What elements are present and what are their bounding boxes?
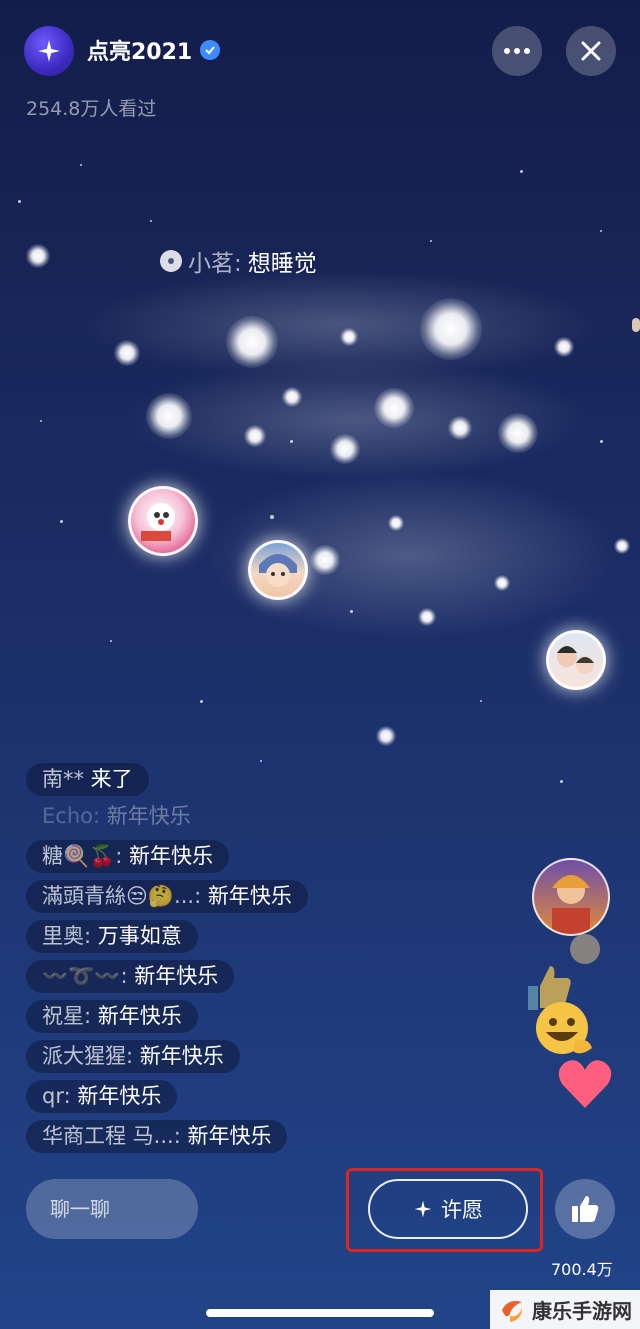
avatar-image	[259, 554, 297, 587]
heart-emoji-icon	[556, 1058, 614, 1114]
page-title: 点亮2021	[87, 40, 193, 65]
more-dots-icon	[504, 48, 530, 54]
user-avatar-star[interactable]	[248, 540, 308, 600]
home-indicator[interactable]	[206, 1309, 434, 1317]
chat-message: 〰️➰〰️: 新年快乐	[26, 960, 235, 993]
chat-message: qr: 新年快乐	[26, 1080, 178, 1113]
chat-input[interactable]: 聊一聊	[26, 1179, 198, 1239]
like-count: 700.4万	[551, 1260, 613, 1279]
chat-message: Echo: 新年快乐	[42, 804, 191, 828]
user-avatar-star[interactable]	[128, 486, 198, 556]
sparkle-icon	[414, 1200, 432, 1218]
watermark: 康乐手游网	[490, 1290, 640, 1329]
wish-bubble: 小茗: 想睡觉	[160, 244, 317, 278]
channel-avatar[interactable]	[24, 26, 74, 76]
chat-message: 华商工程 马...: 新年快乐	[26, 1120, 288, 1153]
wish-button[interactable]: 许愿	[368, 1179, 528, 1239]
channel-title: 点亮2021	[87, 34, 221, 66]
chat-message: 滿頭青絲😒🤔...: 新年快乐	[26, 880, 308, 913]
wish-message: 想睡觉	[247, 251, 317, 277]
wish-user-icon	[160, 250, 182, 272]
close-icon	[581, 41, 601, 61]
chat-message: 祝星: 新年快乐	[26, 1000, 198, 1033]
close-button[interactable]	[566, 26, 616, 76]
watermark-text: 康乐手游网	[532, 1299, 632, 1323]
watermark-logo-icon	[502, 1300, 522, 1322]
wish-button-label: 许愿	[441, 1198, 483, 1222]
like-button[interactable]	[555, 1179, 615, 1239]
wish-user-name: 小茗:	[188, 251, 242, 277]
avatar-image	[141, 503, 175, 541]
chat-message: 糖🍭🍒: 新年快乐	[26, 840, 230, 873]
more-button[interactable]	[492, 26, 542, 76]
floating-user-avatar	[532, 858, 610, 936]
chat-message: 里奥: 万事如意	[26, 920, 198, 953]
chat-message: 南** 来了	[26, 763, 149, 796]
thumbs-up-icon	[572, 1196, 599, 1222]
grin-emoji-icon	[530, 998, 596, 1062]
user-avatar-star[interactable]	[546, 630, 606, 690]
avatar-image	[557, 646, 594, 674]
chat-message: 派大猩猩: 新年快乐	[26, 1040, 240, 1073]
sparkle-icon	[38, 40, 60, 62]
viewer-count: 254.8万人看过	[26, 98, 157, 120]
verified-badge-icon	[200, 40, 221, 60]
